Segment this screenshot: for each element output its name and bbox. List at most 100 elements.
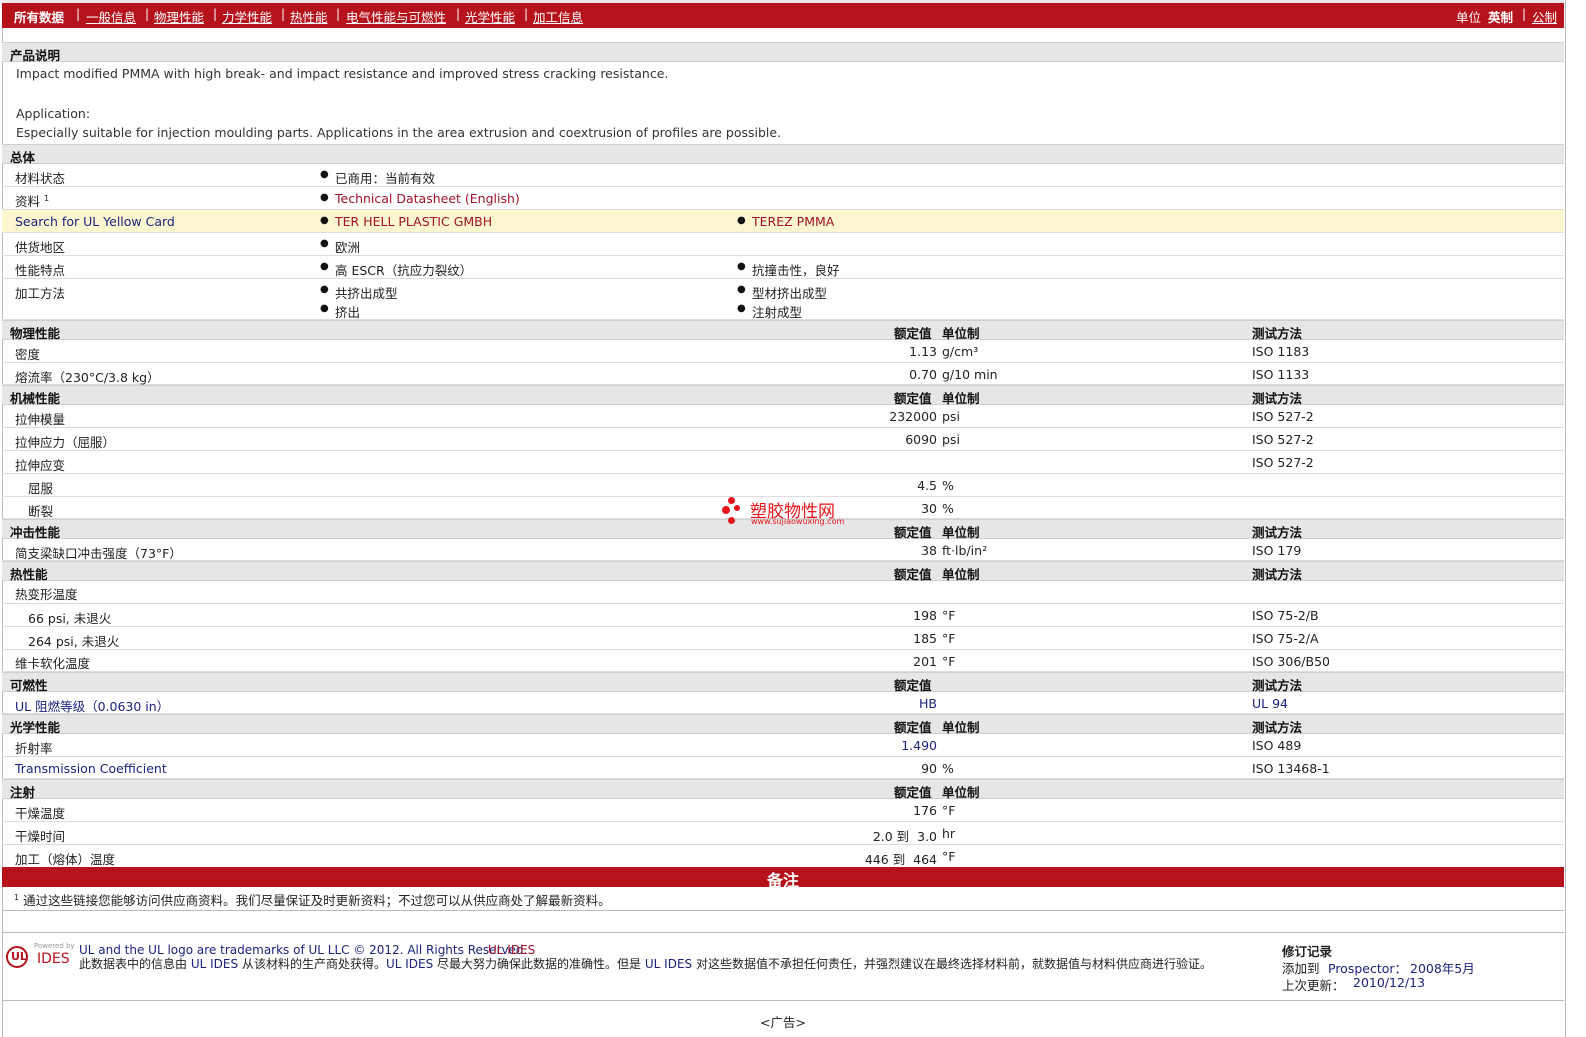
row-unit: °F xyxy=(942,631,956,646)
notes-title: 备注 xyxy=(766,871,799,890)
nav-mechanical[interactable]: 力学性能 xyxy=(222,7,272,26)
nav-processing[interactable]: 加工信息 xyxy=(533,7,583,26)
disclaimer-text: 此数据表中的信息由 UL IDES 从该材料的生产商处获得。UL IDES 尽最… xyxy=(79,957,1213,971)
product-link[interactable]: TEREZ PMMA xyxy=(752,214,834,229)
property-row: 简支梁缺口冲击强度（73°F） 38 ft·lb/in² ISO 179 xyxy=(2,539,1564,561)
row-nominal-value: 1.13 xyxy=(909,344,937,359)
row-value: 型材挤出成型 xyxy=(752,286,828,301)
property-row: 264 psi, 未退火 185 °F ISO 75-2/A xyxy=(2,627,1564,650)
row-test-method: UL 94 xyxy=(1252,696,1288,711)
row-label: 维卡软化温度 xyxy=(15,656,91,671)
row-value: 挤出 xyxy=(335,305,361,320)
property-row: 加工（熔体）温度 446 到 464 °F xyxy=(2,845,1564,867)
row-label: 拉伸应力（屈服） xyxy=(15,435,116,450)
row-value: 共挤出成型 xyxy=(335,286,398,301)
unit-metric[interactable]: 公制 xyxy=(1532,7,1557,26)
description-line: Especially suitable for injection mouldi… xyxy=(16,125,782,140)
property-row: 拉伸应变 ISO 527-2 xyxy=(2,451,1564,474)
bullet-icon: ● xyxy=(320,238,329,249)
unit-imperial[interactable]: 英制 xyxy=(1488,7,1513,26)
section-injection: 注射 额定值 单位制 xyxy=(2,779,1564,800)
row-label: 加工（熔体）温度 xyxy=(15,852,116,867)
bullet-icon: ● xyxy=(737,303,746,314)
row-label: 性能特点 xyxy=(15,263,66,278)
section-title: 产品说明 xyxy=(10,48,61,63)
row-label: 密度 xyxy=(15,347,41,362)
row-label: 热变形温度 xyxy=(15,587,78,602)
supplier-link[interactable]: TER HELL PLASTIC GMBH xyxy=(335,214,492,229)
nav-separator: | xyxy=(336,7,341,21)
nav-optical[interactable]: 光学性能 xyxy=(465,7,515,26)
nav-physical[interactable]: 物理性能 xyxy=(154,7,204,26)
ad-label: <广告> xyxy=(760,1015,806,1030)
property-row: 干燥温度 176 °F xyxy=(2,799,1564,822)
nav-separator: | xyxy=(456,7,461,21)
watermark-dot-icon xyxy=(728,497,735,504)
section-thermal: 热性能 额定值 单位制 测试方法 xyxy=(2,561,1564,582)
section-description: 产品说明 xyxy=(2,42,1564,63)
nav-separator: | xyxy=(145,7,150,21)
bullet-icon: ● xyxy=(320,192,329,203)
bullet-icon: ● xyxy=(320,261,329,272)
nav-thermal[interactable]: 热性能 xyxy=(290,7,328,26)
datasheet-link[interactable]: Technical Datasheet (English) xyxy=(335,191,520,206)
row-value: 已商用：当前有效 xyxy=(335,171,436,186)
row-label: 熔流率（230°C/3.8 kg） xyxy=(15,370,160,385)
property-row: 折射率 1.490 ISO 489 xyxy=(2,734,1564,757)
watermark-dot-icon xyxy=(728,517,735,524)
row-nominal-value: 38 xyxy=(921,543,937,558)
row-test-method: ISO 527-2 xyxy=(1252,409,1314,424)
row-unit: °F xyxy=(942,803,956,818)
row-label: 加工方法 xyxy=(15,286,66,301)
row-unit: °F xyxy=(942,849,956,864)
row-unit: °F xyxy=(942,654,956,669)
row-test-method: ISO 489 xyxy=(1252,738,1302,753)
ul-yellow-card-link[interactable]: Search for UL Yellow Card xyxy=(15,214,175,229)
general-row: 加工方法 ● 共挤出成型 ● 型材挤出成型 ● 挤出 ● 注射成型 xyxy=(2,279,1564,320)
row-unit: psi xyxy=(942,409,960,424)
watermark-dot-icon xyxy=(734,505,740,511)
ul-ides-logo: Powered by UL IDES xyxy=(6,942,75,976)
row-label: 简支梁缺口冲击强度（73°F） xyxy=(15,546,182,561)
bullet-icon: ● xyxy=(320,169,329,180)
footnote: 1 通过这些链接您能够访问供应商资料。我们尽量保证及时更新资料；不过您可以从供应… xyxy=(14,892,611,908)
row-unit: hr xyxy=(942,826,956,841)
row-test-method: ISO 179 xyxy=(1252,543,1302,558)
row-test-method: ISO 306/B50 xyxy=(1252,654,1330,669)
row-test-method: ISO 527-2 xyxy=(1252,432,1314,447)
row-nominal-value: 30 xyxy=(921,501,937,516)
property-row: 热变形温度 xyxy=(2,581,1564,604)
updated-label: 上次更新： xyxy=(1282,978,1345,993)
row-label: 拉伸应变 xyxy=(15,458,66,473)
nav-electrical[interactable]: 电气性能与可燃性 xyxy=(346,7,446,26)
property-row: 熔流率（230°C/3.8 kg） 0.70 g/10 min ISO 1133 xyxy=(2,363,1564,385)
row-nominal-value: 4.5 xyxy=(917,478,937,493)
row-label: 供货地区 xyxy=(15,240,66,255)
row-nominal-value: 176 xyxy=(913,803,937,818)
general-row: 资料 1 ● Technical Datasheet (English) xyxy=(2,187,1564,210)
powered-by-text: Powered by xyxy=(34,942,75,950)
ides-logo-text: IDES xyxy=(37,951,70,967)
row-unit: psi xyxy=(942,432,960,447)
row-test-method: ISO 13468-1 xyxy=(1252,761,1330,776)
property-row: 拉伸应力（屈服） 6090 psi ISO 527-2 xyxy=(2,428,1564,451)
divider xyxy=(2,1000,1564,1001)
row-label: Transmission Coefficient xyxy=(15,761,167,776)
row-label: 断裂 xyxy=(28,504,54,519)
nav-separator: | xyxy=(1522,7,1527,21)
property-row: Transmission Coefficient 90 % ISO 13468-… xyxy=(2,757,1564,779)
property-row: 拉伸模量 232000 psi ISO 527-2 xyxy=(2,405,1564,428)
ul-ides-link[interactable]: UL IDES xyxy=(488,943,535,957)
row-label: 资料 1 xyxy=(15,193,50,209)
property-row: 66 psi, 未退火 198 °F ISO 75-2/B xyxy=(2,604,1564,627)
property-row: 干燥时间 2.0 到 3.0 hr xyxy=(2,822,1564,845)
nav-all-data[interactable]: 所有数据 xyxy=(14,7,64,26)
top-nav-bar: 所有数据 | 一般信息 | 物理性能 | 力学性能 | 热性能 | 电气性能与可… xyxy=(2,0,1564,28)
nav-general-info[interactable]: 一般信息 xyxy=(86,7,136,26)
watermark-dot-icon xyxy=(722,506,730,514)
row-label: 材料状态 xyxy=(15,171,66,186)
general-row: 性能特点 ● 高 ESCR（抗应力裂纹） ● 抗撞击性，良好 xyxy=(2,256,1564,279)
row-test-method: ISO 527-2 xyxy=(1252,455,1314,470)
row-label: 屈服 xyxy=(28,481,54,496)
ul-flammability-link[interactable]: UL 阻燃等级（0.0630 in） xyxy=(15,696,169,715)
